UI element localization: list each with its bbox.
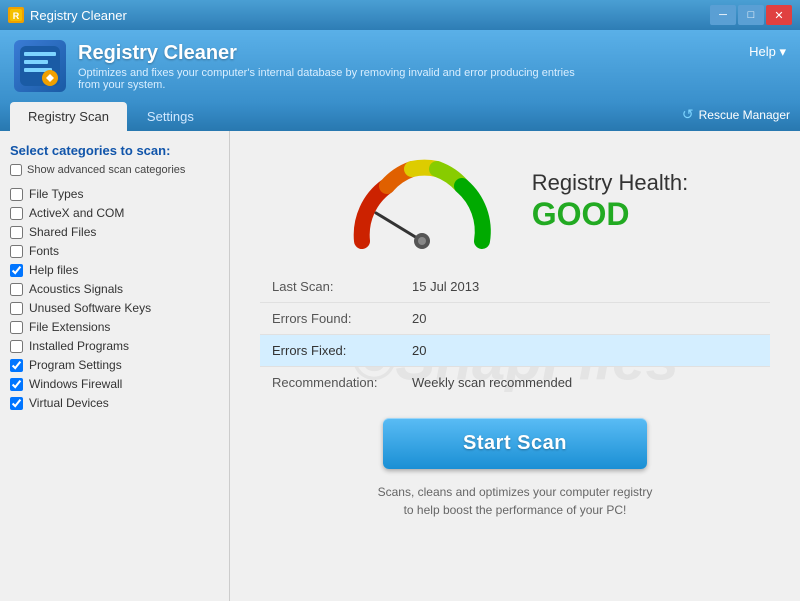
right-panel: ©SnapFiles	[230, 131, 800, 601]
advanced-toggle-label: Show advanced scan categories	[27, 164, 185, 176]
tabs: Registry Scan Settings	[10, 102, 212, 131]
stats-value: Weekly scan recommended	[400, 367, 770, 399]
advanced-toggle[interactable]: Show advanced scan categories	[10, 164, 219, 176]
main-content: Select categories to scan: Show advanced…	[0, 131, 800, 601]
category-checkbox[interactable]	[10, 378, 23, 391]
gauge-and-health: Registry Health: GOOD	[342, 151, 689, 251]
stats-value: 20	[400, 335, 770, 367]
window-title: Registry Cleaner	[30, 8, 127, 23]
gauge	[342, 151, 502, 251]
stats-label: Recommendation:	[260, 367, 400, 399]
category-checkbox[interactable]	[10, 283, 23, 296]
category-label: Virtual Devices	[29, 396, 109, 410]
category-checkbox[interactable]	[10, 321, 23, 334]
minimize-button[interactable]: ─	[710, 5, 736, 25]
category-checkbox[interactable]	[10, 188, 23, 201]
sidebar: Select categories to scan: Show advanced…	[0, 131, 230, 601]
title-bar: R Registry Cleaner ─ □ ✕	[0, 0, 800, 30]
maximize-button[interactable]: □	[738, 5, 764, 25]
tab-registry-scan[interactable]: Registry Scan	[10, 102, 127, 131]
svg-text:R: R	[13, 11, 20, 21]
category-item[interactable]: Acoustics Signals	[10, 281, 219, 297]
category-label: File Extensions	[29, 320, 110, 334]
health-title: Registry Health:	[532, 170, 689, 196]
app-logo	[14, 40, 66, 92]
sidebar-title: Select categories to scan:	[10, 143, 219, 158]
category-checkbox[interactable]	[10, 302, 23, 315]
category-item[interactable]: Shared Files	[10, 224, 219, 240]
stats-row: Last Scan:15 Jul 2013	[260, 271, 770, 303]
title-bar-left: R Registry Cleaner	[8, 7, 127, 23]
category-item[interactable]: File Extensions	[10, 319, 219, 335]
app-icon: R	[8, 7, 24, 23]
title-bar-controls: ─ □ ✕	[710, 5, 792, 25]
category-label: ActiveX and COM	[29, 206, 124, 220]
scan-button-wrapper: Start Scan	[383, 418, 647, 469]
stats-row: Errors Fixed:20	[260, 335, 770, 367]
start-scan-button[interactable]: Start Scan	[383, 418, 647, 469]
category-item[interactable]: Help files	[10, 262, 219, 278]
stats-value: 15 Jul 2013	[400, 271, 770, 303]
app-title: Registry Cleaner	[78, 42, 598, 65]
category-checkbox[interactable]	[10, 264, 23, 277]
rescue-manager-label: Rescue Manager	[699, 108, 790, 122]
category-label: Installed Programs	[29, 339, 129, 353]
app-container: Registry Cleaner Optimizes and fixes you…	[0, 30, 800, 601]
app-header: Registry Cleaner Optimizes and fixes you…	[0, 30, 800, 102]
category-label: Program Settings	[29, 358, 122, 372]
category-item[interactable]: ActiveX and COM	[10, 205, 219, 221]
category-checkbox[interactable]	[10, 226, 23, 239]
stats-row: Errors Found:20	[260, 303, 770, 335]
category-item[interactable]: Windows Firewall	[10, 376, 219, 392]
category-label: Shared Files	[29, 225, 96, 239]
scan-description: Scans, cleans and optimizes your compute…	[378, 483, 653, 519]
category-checkbox[interactable]	[10, 359, 23, 372]
stats-label: Errors Found:	[260, 303, 400, 335]
category-label: Acoustics Signals	[29, 282, 123, 296]
app-title-block: Registry Cleaner Optimizes and fixes you…	[78, 42, 598, 91]
category-item[interactable]: Virtual Devices	[10, 395, 219, 411]
scan-description-line2: to help boost the performance of your PC…	[378, 501, 653, 519]
category-label: Windows Firewall	[29, 377, 122, 391]
advanced-toggle-checkbox[interactable]	[10, 164, 22, 176]
tab-settings[interactable]: Settings	[129, 102, 212, 131]
category-checkbox[interactable]	[10, 397, 23, 410]
category-item[interactable]: File Types	[10, 186, 219, 202]
health-block: Registry Health: GOOD	[532, 170, 689, 233]
app-subtitle: Optimizes and fixes your computer's inte…	[78, 67, 598, 91]
category-checkbox[interactable]	[10, 207, 23, 220]
stats-table: Last Scan:15 Jul 2013Errors Found:20Erro…	[260, 271, 770, 398]
help-button[interactable]: Help ▾	[749, 44, 786, 60]
tab-bar: Registry Scan Settings ↺ Rescue Manager	[0, 102, 800, 131]
rescue-icon: ↺	[682, 106, 694, 123]
category-item[interactable]: Fonts	[10, 243, 219, 259]
health-value: GOOD	[532, 196, 689, 233]
close-button[interactable]: ✕	[766, 5, 792, 25]
stats-label: Last Scan:	[260, 271, 400, 303]
stats-label: Errors Fixed:	[260, 335, 400, 367]
category-list: File Types ActiveX and COM Shared Files Fon…	[10, 186, 219, 411]
category-item[interactable]: Unused Software Keys	[10, 300, 219, 316]
category-label: File Types	[29, 187, 83, 201]
scan-description-line1: Scans, cleans and optimizes your compute…	[378, 483, 653, 501]
category-item[interactable]: Program Settings	[10, 357, 219, 373]
stats-row: Recommendation:Weekly scan recommended	[260, 367, 770, 399]
category-checkbox[interactable]	[10, 340, 23, 353]
category-label: Help files	[29, 263, 78, 277]
category-checkbox[interactable]	[10, 245, 23, 258]
stats-value: 20	[400, 303, 770, 335]
app-header-left: Registry Cleaner Optimizes and fixes you…	[14, 40, 598, 92]
category-label: Fonts	[29, 244, 59, 258]
rescue-manager-button[interactable]: ↺ Rescue Manager	[682, 106, 790, 131]
category-label: Unused Software Keys	[29, 301, 151, 315]
category-item[interactable]: Installed Programs	[10, 338, 219, 354]
